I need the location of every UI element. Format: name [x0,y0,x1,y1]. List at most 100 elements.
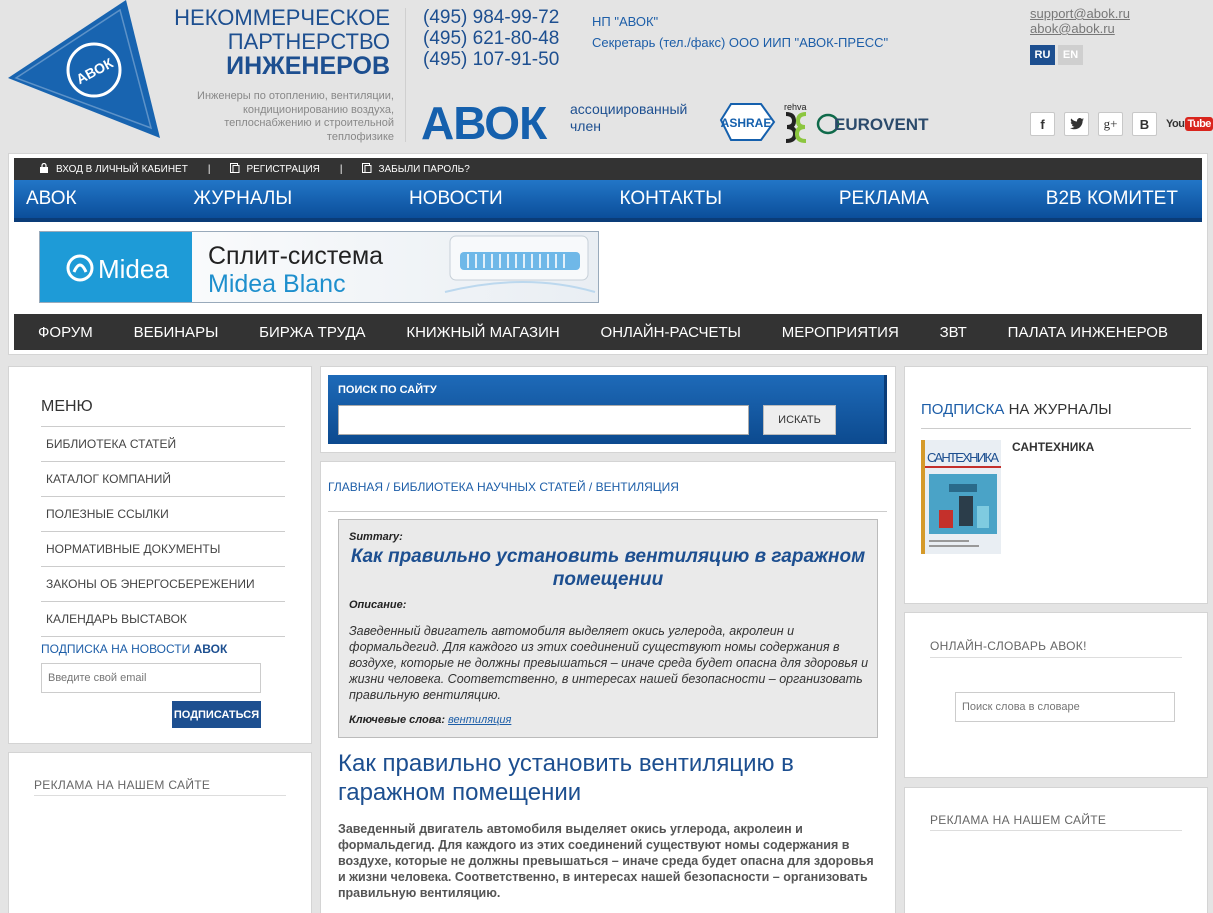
breadcrumb-divider [328,511,887,512]
article-title: Как правильно установить вентиляцию в га… [338,750,794,806]
description-text: Заведенный двигатель автомобиля выделяет… [349,624,869,702]
journal-divider [921,428,1191,429]
facebook-icon[interactable]: f [1030,112,1055,136]
subnav-chamber[interactable]: ПАЛАТА ИНЖЕНЕРОВ [1008,324,1168,341]
associated-member-text: ассоциированный член [570,101,687,135]
search-label: ПОИСК ПО САЙТУ [338,384,437,396]
keyword-link[interactable]: вентиляция [448,714,511,726]
org-line1: НЕКОММЕРЧЕСКОЕ [174,5,390,30]
nav-news[interactable]: НОВОСТИ [409,188,503,210]
eurovent-text: EUROVENT [834,115,929,134]
partner-logos: ASHRAE rehva EUROVENT [719,102,929,143]
dictionary-search-input[interactable] [955,692,1175,722]
phone-note-2: Секретарь (тел./факс) ООО ИИП "АВОК-ПРЕС… [592,35,889,50]
magazine-name[interactable]: САНТЕХНИКА [1012,440,1094,454]
ashrae-logo[interactable]: ASHRAE [719,103,776,141]
article-lead: Заведенный двигатель автомобиля выделяет… [338,822,874,900]
breadcrumb-home[interactable]: ГЛАВНАЯ [328,480,383,494]
nav-journals[interactable]: ЖУРНАЛЫ [193,188,292,210]
user-bar: ВХОД В ЛИЧНЫЙ КАБИНЕТ | РЕГИСТРАЦИЯ | ЗА… [14,158,1202,180]
banner-line1: Сплит-система [208,242,383,270]
menu-item-companies[interactable]: КАТАЛОГ КОМПАНИЙ [46,472,171,486]
separator: | [207,163,211,175]
subnav-jobs[interactable]: БИРЖА ТРУДА [259,324,365,341]
register-link[interactable]: РЕГИСТРАЦИЯ [246,164,319,175]
right-ad-divider [930,830,1182,831]
journal-subscribe-title: ПОДПИСКА НА ЖУРНАЛЫ [921,401,1112,418]
subnav-calculations[interactable]: ОНЛАЙН-РАСЧЕТЫ [601,324,741,341]
breadcrumb-sep: / [588,480,593,494]
menu-divider [41,496,285,497]
forgot-password-link[interactable]: ЗАБЫЛИ ПАРОЛЬ? [378,164,469,175]
twitter-bird-icon [1069,118,1084,130]
nav-contacts[interactable]: КОНТАКТЫ [620,188,723,210]
subnav-webinars[interactable]: ВЕБИНАРЫ [134,324,219,341]
journal-subscribe-link[interactable]: ПОДПИСКА [921,401,1004,418]
breadcrumb-sep: / [386,480,390,494]
left-ad-panel [8,752,312,913]
subnav-bookstore[interactable]: КНИЖНЫЙ МАГАЗИН [406,324,559,341]
google-plus-icon[interactable]: g+ [1098,112,1123,136]
phone-2[interactable]: (495) 621-80-48 [423,28,559,49]
email-support[interactable]: support@abok.ru [1030,6,1130,21]
menu-divider [41,531,285,532]
breadcrumb-ventilation[interactable]: ВЕНТИЛЯЦИЯ [596,480,679,494]
separator: | [339,163,343,175]
youtube-icon[interactable]: You Tube [1166,117,1213,131]
journal-subscribe-rest: НА ЖУРНАЛЫ [1004,401,1112,418]
search-button[interactable]: ИСКАТЬ [763,405,836,435]
subnav-forum[interactable]: ФОРУМ [38,324,93,341]
news-subscribe-brand: АВОК [193,642,228,656]
menu-divider [41,566,285,567]
register-icon [230,162,240,176]
menu-divider [41,601,285,602]
midea-banner[interactable]: Midea Сплит-система Midea Blanc [39,231,599,303]
site-search-input[interactable] [338,405,749,435]
menu-item-normative[interactable]: НОРМАТИВНЫЕ ДОКУМЕНТЫ [46,542,220,556]
login-link[interactable]: ВХОД В ЛИЧНЫЙ КАБИНЕТ [56,164,188,175]
menu-item-energy-laws[interactable]: ЗАКОНЫ ОБ ЭНЕРГОСБЕРЕЖЕНИИ [46,577,255,591]
keywords-label: Ключевые слова: [349,714,445,726]
banner-line2: Midea Blanc [208,270,346,298]
menu-item-exhibitions[interactable]: КАЛЕНДАРЬ ВЫСТАВОК [46,612,187,626]
lang-ru[interactable]: RU [1030,45,1055,65]
cover-title: САНТЕХНИКА [927,450,999,465]
vkontakte-icon[interactable]: B [1132,112,1157,136]
rehva-logo[interactable]: rehva [784,102,807,143]
nav-advertising[interactable]: РЕКЛАМА [839,188,929,210]
menu-item-links[interactable]: ПОЛЕЗНЫЕ ССЫЛКИ [46,507,169,521]
menu-item-articles[interactable]: БИБЛИОТЕКА СТАТЕЙ [46,437,176,451]
rehva-text: rehva [784,102,807,112]
keywords: Ключевые слова: вентиляция [349,714,511,726]
nav-b2b[interactable]: B2B КОМИТЕТ [1046,188,1178,210]
forgot-icon [362,162,372,176]
phones: (495) 984-99-72 (495) 621-80-48 (495) 10… [423,7,559,70]
left-ad-divider [34,795,286,796]
subnav-zvt[interactable]: ЗВТ [940,324,967,341]
eurovent-logo[interactable]: EUROVENT [816,113,929,135]
breadcrumb: ГЛАВНАЯ / БИБЛИОТЕКА НАУЧНЫХ СТАТЕЙ / ВЕ… [328,480,679,494]
breadcrumb-library[interactable]: БИБЛИОТЕКА НАУЧНЫХ СТАТЕЙ [393,480,586,494]
phone-notes: НП "АВОК" Секретарь (тел./факс) ООО ИИП … [592,11,888,53]
ashrae-text: ASHRAE [721,116,772,130]
lang-en[interactable]: EN [1058,45,1083,65]
subscribe-email-input[interactable] [41,663,261,693]
menu-divider [41,426,285,427]
org-description: Инженеры по отоплению, вентиляции, конди… [197,90,394,143]
sub-nav: ФОРУМ ВЕБИНАРЫ БИРЖА ТРУДА КНИЖНЫЙ МАГАЗ… [14,314,1202,350]
phone-1[interactable]: (495) 984-99-72 [423,7,559,28]
abok-logo[interactable]: АВОК [8,0,160,140]
subscribe-button[interactable]: ПОДПИСАТЬСЯ [172,701,261,728]
description-label: Описание: [349,599,407,611]
phone-3[interactable]: (495) 107-91-50 [423,49,559,70]
header-divider [405,8,406,142]
subnav-events[interactable]: МЕРОПРИЯТИЯ [782,324,899,341]
header-emails: support@abok.ru abok@abok.ru [1030,6,1130,36]
nav-abok[interactable]: АВОК [26,188,77,210]
email-abok[interactable]: abok@abok.ru [1030,21,1130,36]
santehnika-cover[interactable]: САНТЕХНИКА [921,440,1001,554]
left-ad-title: РЕКЛАМА НА НАШЕМ САЙТЕ [34,778,211,792]
summary-label: Summary: [349,531,403,543]
twitter-icon[interactable] [1064,112,1089,136]
right-ad-panel [904,787,1208,913]
